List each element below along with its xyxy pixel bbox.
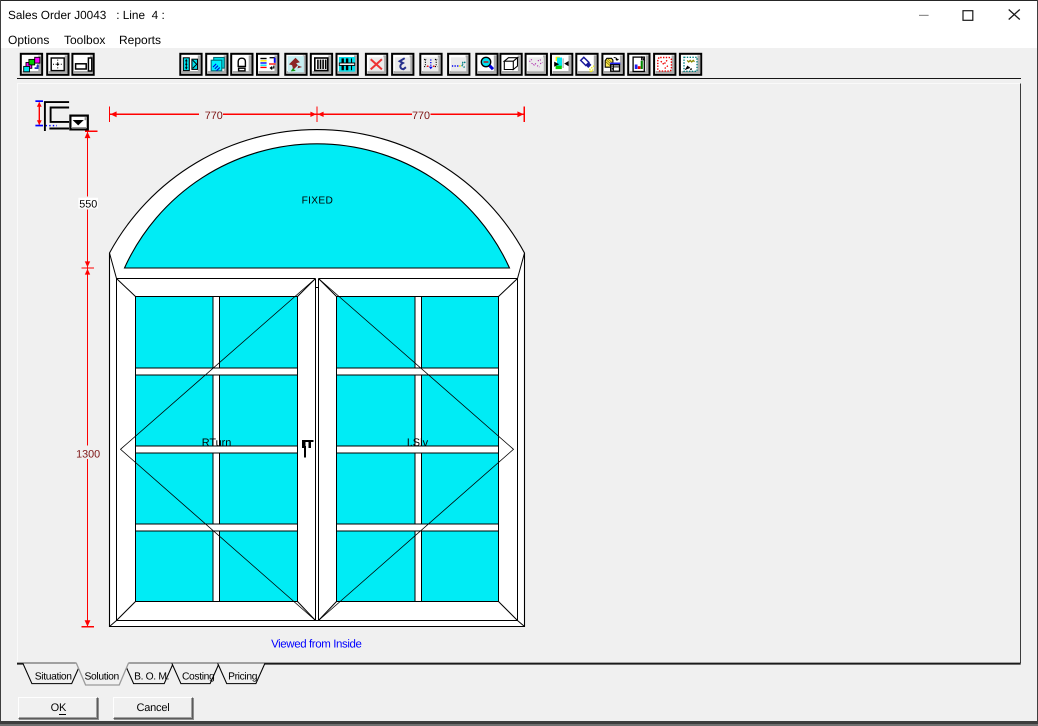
svg-text:Situation: Situation bbox=[35, 671, 73, 682]
svg-text:Solution: Solution bbox=[84, 671, 119, 682]
svg-text:B. O. M.: B. O. M. bbox=[134, 671, 169, 682]
svg-text:770: 770 bbox=[412, 110, 430, 122]
svg-text:1300: 1300 bbox=[76, 448, 100, 460]
svg-text:Viewed from Inside: Viewed from Inside bbox=[271, 639, 361, 651]
svg-text:FIXED: FIXED bbox=[302, 196, 334, 207]
svg-text:Costing: Costing bbox=[182, 671, 215, 682]
svg-text:550: 550 bbox=[79, 198, 97, 210]
svg-text:I.Slv: I.Slv bbox=[407, 437, 429, 449]
svg-text:Pricing: Pricing bbox=[228, 671, 258, 682]
svg-text:RTurn: RTurn bbox=[202, 437, 232, 449]
svg-text:770: 770 bbox=[205, 110, 223, 122]
